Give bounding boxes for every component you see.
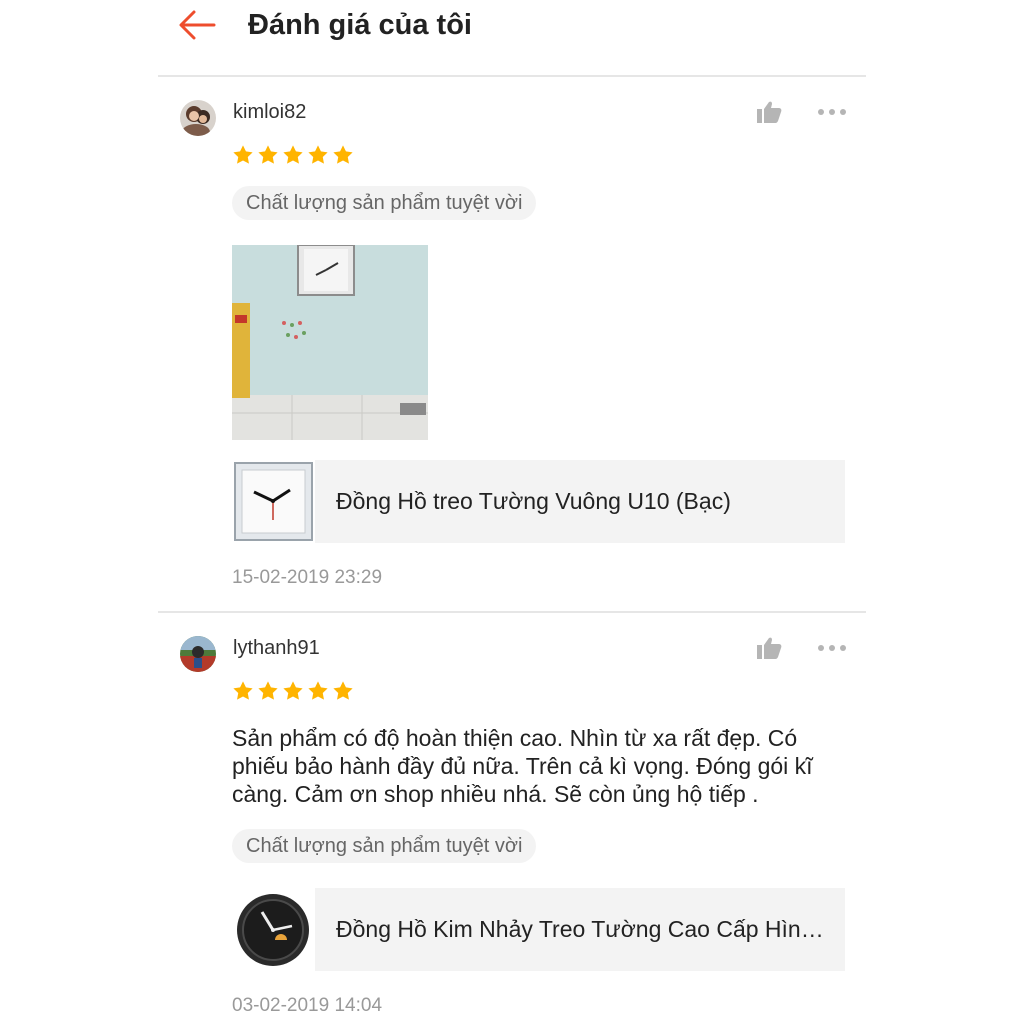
product-name: Đồng Hồ Kim Nhảy Treo Tường Cao Cấp Hìn… bbox=[336, 916, 824, 942]
username[interactable]: kimloi82 bbox=[233, 99, 306, 125]
review-timestamp: 15-02-2019 23:29 bbox=[232, 567, 383, 588]
review-timestamp: 03-02-2019 14:04 bbox=[232, 995, 383, 1016]
header: Đánh giá của tôi bbox=[0, 0, 1024, 76]
product-card[interactable]: Đồng Hồ treo Tường Vuông U10 (Bạc) bbox=[232, 460, 845, 543]
product-name: Đồng Hồ treo Tường Vuông U10 (Bạc) bbox=[336, 488, 731, 514]
thumbs-up-icon bbox=[757, 101, 782, 123]
page-title: Đánh giá của tôi bbox=[248, 9, 472, 41]
star-icon bbox=[233, 145, 253, 164]
star-icon bbox=[233, 681, 253, 700]
divider bbox=[158, 611, 866, 613]
star-rating bbox=[232, 680, 354, 704]
like-button[interactable] bbox=[756, 100, 782, 124]
product-thumbnail bbox=[232, 888, 315, 971]
more-horizontal-icon bbox=[818, 645, 846, 651]
arrow-left-icon bbox=[179, 10, 216, 40]
back-button[interactable] bbox=[176, 6, 218, 44]
quality-tag: Chất lượng sản phẩm tuyệt vời bbox=[232, 186, 537, 220]
product-card[interactable]: Đồng Hồ Kim Nhảy Treo Tường Cao Cấp Hìn… bbox=[232, 888, 845, 971]
like-button[interactable] bbox=[756, 636, 782, 660]
star-icon bbox=[308, 145, 328, 164]
avatar[interactable] bbox=[180, 100, 216, 136]
product-thumbnail bbox=[232, 460, 315, 543]
review-photo[interactable] bbox=[232, 245, 428, 440]
star-icon bbox=[258, 145, 278, 164]
star-icon bbox=[333, 681, 353, 700]
quality-tag: Chất lượng sản phẩm tuyệt vời bbox=[232, 829, 537, 863]
star-icon bbox=[283, 145, 303, 164]
star-icon bbox=[283, 681, 303, 700]
more-options-button[interactable] bbox=[816, 105, 848, 117]
star-rating bbox=[232, 144, 354, 168]
review-text: Sản phẩm có độ hoàn thiện cao. Nhìn từ x… bbox=[232, 725, 813, 807]
star-icon bbox=[308, 681, 328, 700]
more-horizontal-icon bbox=[818, 109, 846, 115]
divider bbox=[158, 75, 866, 77]
username[interactable]: lythanh91 bbox=[233, 635, 320, 661]
more-options-button[interactable] bbox=[816, 641, 848, 653]
avatar[interactable] bbox=[180, 636, 216, 672]
star-icon bbox=[333, 145, 353, 164]
star-icon bbox=[258, 681, 278, 700]
thumbs-up-icon bbox=[757, 637, 782, 659]
